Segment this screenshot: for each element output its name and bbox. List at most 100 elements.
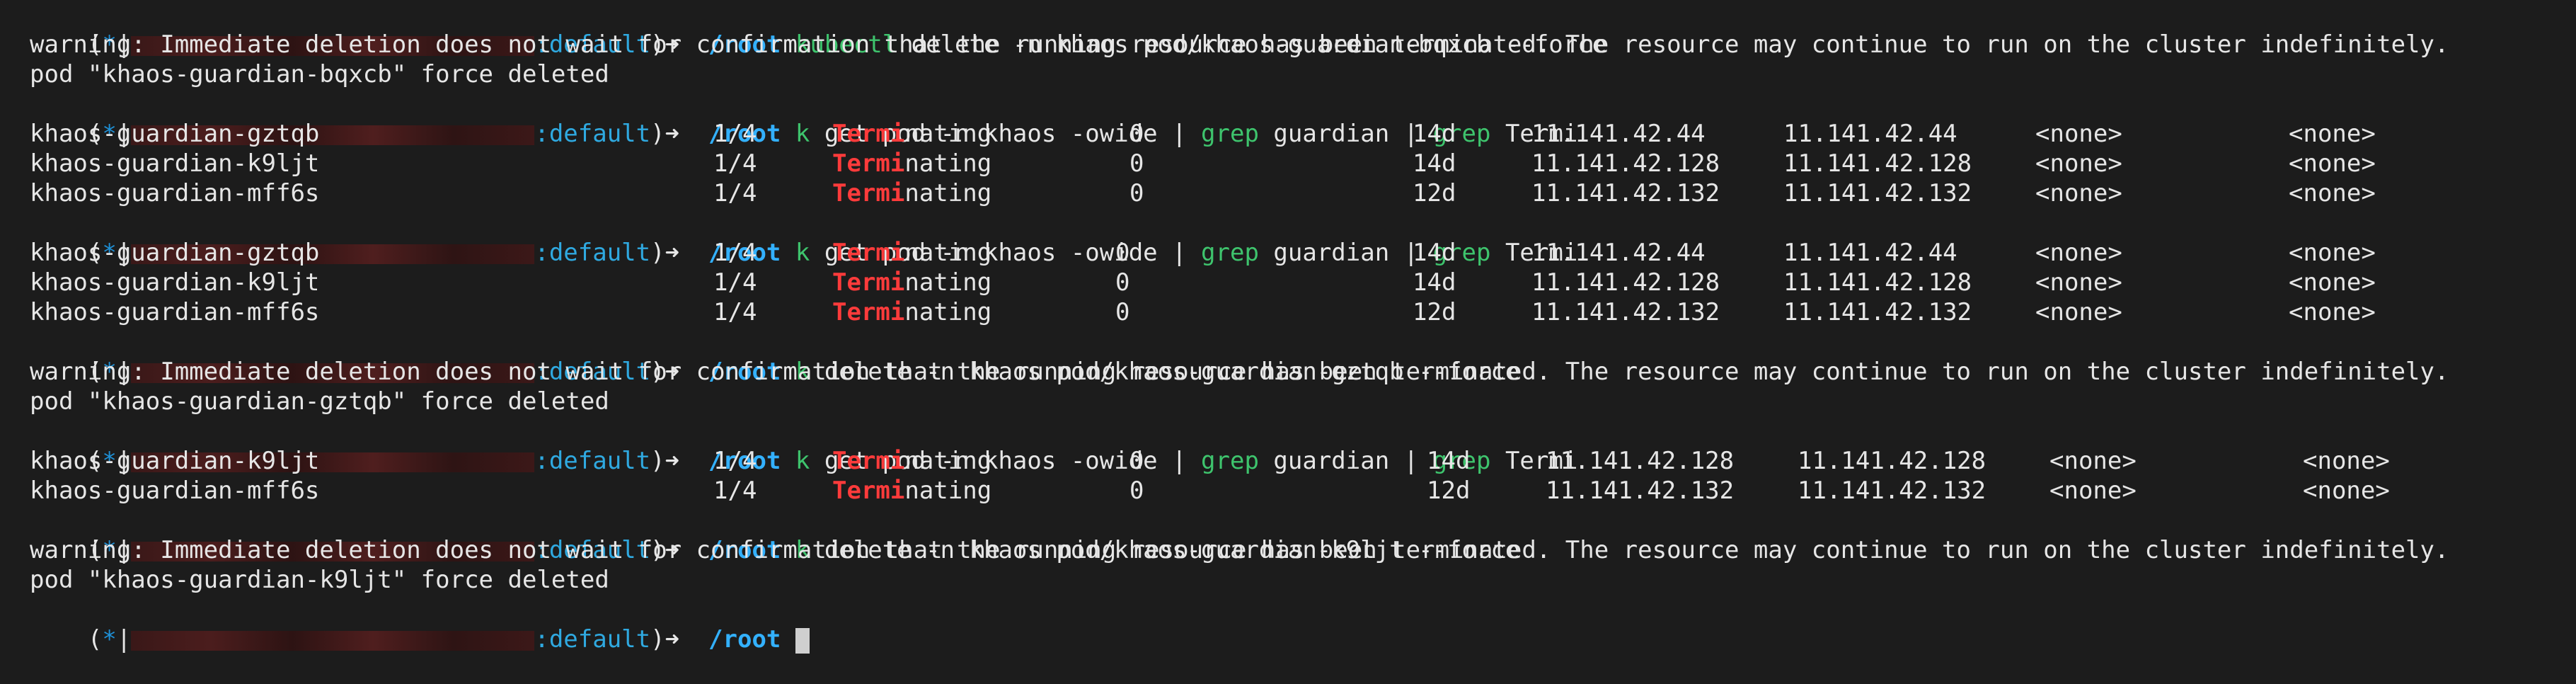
pod-node: 11.141.42.44	[1783, 120, 1957, 148]
prompt-context: :default	[534, 239, 651, 267]
pod-ready: 1/4	[713, 268, 757, 297]
command-name: k	[795, 447, 810, 475]
pod-restarts: 0	[1129, 447, 1144, 475]
prompt-close: )	[650, 239, 665, 267]
redacted-cluster-name	[131, 630, 535, 651]
prompt-context: :default	[534, 120, 651, 148]
pod-ready: 1/4	[713, 239, 757, 267]
pod-name: khaos-guardian-mff6s	[30, 179, 320, 207]
prompt-bar: |	[116, 625, 132, 654]
pod-name: khaos-guardian-mff6s	[30, 477, 320, 505]
pod-nominated-node: <none>	[2035, 179, 2122, 207]
current-prompt-line[interactable]: (*|:default)➜ /root	[30, 595, 810, 654]
warning-line: warning: Immediate deletion does not wai…	[30, 536, 2449, 564]
pod-nominated-node: <none>	[2035, 120, 2122, 148]
status-rest: nating	[904, 268, 992, 297]
prompt-open: (	[87, 625, 103, 654]
pod-ready: 1/4	[713, 477, 757, 505]
prompt-close: )	[650, 625, 665, 654]
pod-ready: 1/4	[713, 298, 757, 326]
pod-node: 11.141.42.132	[1798, 477, 1986, 505]
pod-ready: 1/4	[713, 149, 757, 178]
prompt-line: (*|:default)➜ /root kubectl delete -n kh…	[30, 0, 1606, 59]
pod-status: Terminating	[832, 119, 991, 149]
command-args: guardian |	[1258, 447, 1433, 475]
prompt-arrow: ➜	[665, 625, 680, 654]
pod-ready: 1/4	[713, 120, 757, 148]
deleted-line: pod "khaos-guardian-gztqb" force deleted	[30, 387, 609, 416]
pod-node: 11.141.42.44	[1783, 239, 1957, 267]
status-rest: nating	[904, 447, 992, 475]
pod-restarts: 0	[1115, 298, 1130, 326]
pod-ip: 11.141.42.128	[1531, 149, 1720, 178]
pod-nominated-node: <none>	[2035, 239, 2122, 267]
pod-node: 11.141.42.128	[1783, 149, 1972, 178]
pod-name: khaos-guardian-k9ljt	[30, 447, 320, 475]
status-match: Termi	[832, 179, 905, 207]
prompt-arrow: ➜	[665, 239, 680, 267]
grep-command: grep	[1201, 239, 1259, 267]
pod-ip: 11.141.42.44	[1531, 120, 1706, 148]
pod-restarts: 0	[1129, 149, 1144, 178]
prompt-line: (*|:default)➜ /root k get pod -n khaos -…	[30, 89, 1577, 148]
status-match: Termi	[832, 268, 905, 297]
pod-age: 12d	[1413, 179, 1456, 207]
pod-ready: 1/4	[713, 179, 757, 207]
pod-age: 14d	[1427, 447, 1471, 475]
pod-status: Terminating	[832, 149, 991, 178]
pod-restarts: 0	[1115, 239, 1130, 267]
prompt-line: (*|:default)➜ /root k delete -n khaos po…	[30, 506, 1520, 564]
prompt-close: )	[650, 120, 665, 148]
prompt-arrow: ➜	[665, 120, 680, 148]
terminal-window[interactable]: (*|:default)➜ /root kubectl delete -n kh…	[0, 0, 2576, 654]
status-match: Termi	[832, 149, 905, 178]
pod-age: 12d	[1427, 477, 1471, 505]
pod-restarts: 0	[1115, 268, 1130, 297]
pod-ip: 11.141.42.44	[1531, 239, 1706, 267]
pod-restarts: 0	[1129, 120, 1144, 148]
grep-command: grep	[1201, 447, 1259, 475]
command-args: guardian |	[1258, 120, 1433, 148]
prompt-line: (*|:default)➜ /root k get pod -n khaos -…	[30, 208, 1577, 267]
pod-name: khaos-guardian-k9ljt	[30, 268, 320, 297]
pod-status: Terminating	[832, 238, 991, 268]
grep-command: grep	[1201, 120, 1259, 148]
prompt-path: /root	[708, 625, 781, 654]
pod-readiness-gates: <none>	[2289, 298, 2376, 326]
warning-line: warning: Immediate deletion does not wai…	[30, 30, 2449, 59]
pod-ip: 11.141.42.128	[1546, 447, 1735, 475]
pod-age: 14d	[1413, 268, 1456, 297]
prompt-arrow: ➜	[665, 447, 680, 475]
pod-age: 14d	[1413, 239, 1456, 267]
text-cursor[interactable]	[795, 627, 810, 654]
pod-readiness-gates: <none>	[2289, 268, 2376, 297]
pod-age: 14d	[1413, 120, 1456, 148]
pod-nominated-node: <none>	[2049, 447, 2137, 475]
pod-ip: 11.141.42.132	[1531, 179, 1720, 207]
pod-node: 11.141.42.132	[1783, 298, 1972, 326]
status-rest: nating	[904, 477, 992, 505]
pod-nominated-node: <none>	[2035, 268, 2122, 297]
pod-status: Terminating	[832, 446, 991, 476]
pod-name: khaos-guardian-gztqb	[30, 120, 320, 148]
status-match: Termi	[832, 239, 905, 267]
pod-node: 11.141.42.128	[1798, 447, 1986, 475]
pod-ip: 11.141.42.128	[1531, 268, 1720, 297]
pod-status: Terminating	[832, 178, 991, 208]
warning-line: warning: Immediate deletion does not wai…	[30, 358, 2449, 386]
pod-ready: 1/4	[713, 447, 757, 475]
pod-ip: 11.141.42.132	[1546, 477, 1735, 505]
status-rest: nating	[904, 298, 992, 326]
status-match: Termi	[832, 477, 905, 505]
pod-age: 12d	[1413, 298, 1456, 326]
pod-node: 11.141.42.128	[1783, 268, 1972, 297]
pod-status: Terminating	[832, 268, 991, 297]
pod-readiness-gates: <none>	[2289, 179, 2376, 207]
pod-node: 11.141.42.132	[1783, 179, 1972, 207]
pod-readiness-gates: <none>	[2289, 239, 2376, 267]
pod-restarts: 0	[1129, 477, 1144, 505]
pod-age: 14d	[1413, 149, 1456, 178]
command-args: guardian |	[1258, 239, 1433, 267]
status-match: Termi	[832, 447, 905, 475]
prompt-line: (*|:default)➜ /root k get pod -n khaos -…	[30, 416, 1577, 475]
